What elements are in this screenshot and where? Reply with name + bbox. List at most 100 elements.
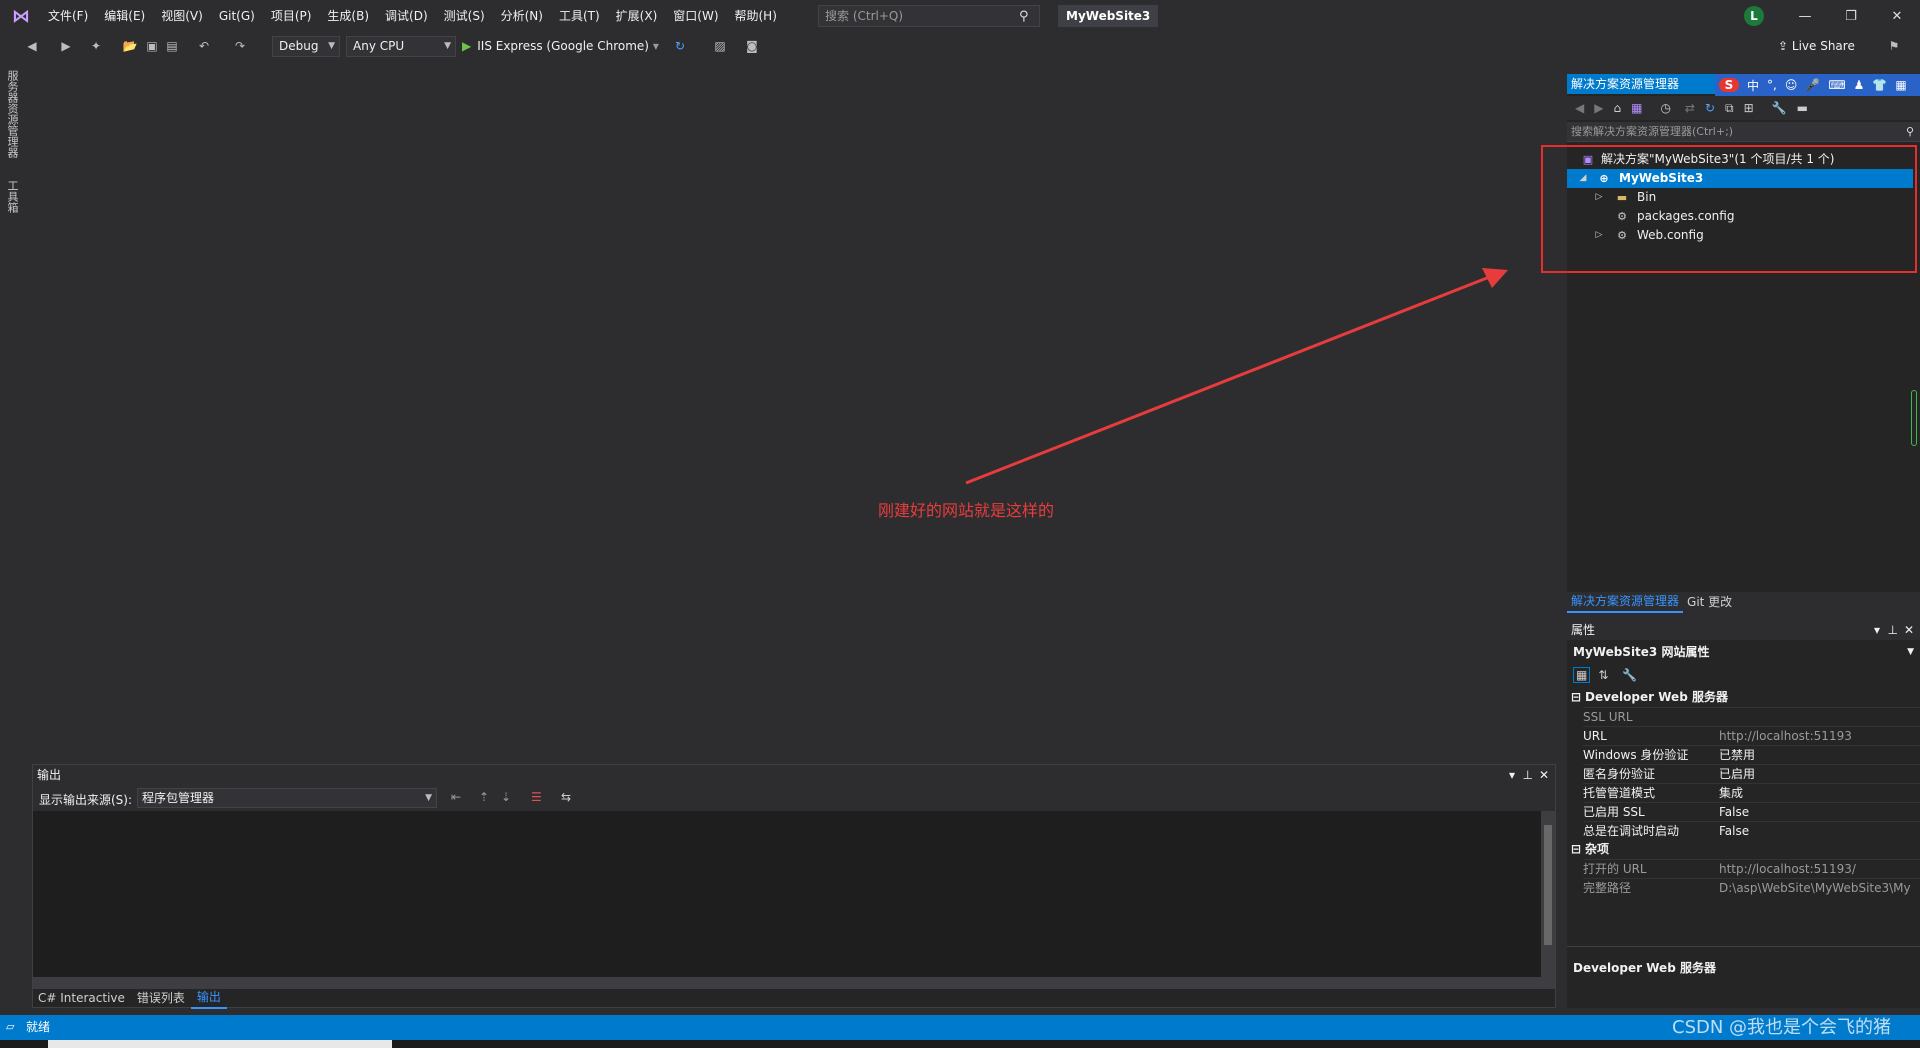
- property-row[interactable]: 匿名身份验证 已启用: [1583, 764, 1920, 784]
- dropdown-icon[interactable]: ▾: [1874, 620, 1880, 640]
- server-explorer-tab[interactable]: 服务器资源管理器: [4, 70, 20, 158]
- properties-object-select[interactable]: MyWebSite3 网站属性 ▼: [1567, 642, 1920, 662]
- menu-analyze[interactable]: 分析(N): [493, 0, 551, 33]
- menu-project[interactable]: 项目(P): [263, 0, 320, 33]
- output-horizontal-scrollbar[interactable]: [33, 977, 1555, 989]
- collapse-icon[interactable]: ⊟: [1571, 688, 1581, 707]
- show-all-files-icon[interactable]: ⊞: [1744, 101, 1754, 115]
- menu-git[interactable]: Git(G): [211, 0, 263, 33]
- punctuation-icon[interactable]: °,: [1767, 78, 1777, 92]
- grid-menu-icon[interactable]: ▦: [1895, 78, 1906, 92]
- minimize-icon[interactable]: —: [1782, 0, 1828, 33]
- forward-icon[interactable]: ▶: [1594, 101, 1603, 115]
- output-vertical-scrollbar[interactable]: [1541, 811, 1555, 977]
- tab-solution-explorer[interactable]: 解决方案资源管理器: [1567, 591, 1684, 613]
- collapse-all-icon[interactable]: ⧉: [1725, 101, 1734, 116]
- live-share-button[interactable]: ⇪ Live Share: [1778, 36, 1855, 57]
- browse-folder-icon[interactable]: ▨: [712, 38, 728, 54]
- pending-changes-icon[interactable]: ◷: [1660, 101, 1670, 115]
- menu-file[interactable]: 文件(F): [40, 0, 96, 33]
- property-pages-icon[interactable]: 🔧: [1622, 668, 1637, 682]
- menu-tools[interactable]: 工具(T): [551, 0, 608, 33]
- dropdown-icon[interactable]: ▾: [1509, 765, 1515, 785]
- microphone-icon[interactable]: 🎤: [1805, 78, 1820, 92]
- solution-explorer-search-input[interactable]: 搜索解决方案资源管理器(Ctrl+;) ⚲: [1567, 122, 1920, 142]
- refresh-icon[interactable]: ↻: [1705, 101, 1715, 115]
- property-row[interactable]: URL http://localhost:51193: [1583, 726, 1920, 746]
- alphabetical-icon[interactable]: ⇅: [1598, 668, 1608, 682]
- property-value: http://localhost:51193: [1719, 729, 1852, 743]
- output-text-area[interactable]: [33, 811, 1555, 977]
- open-file-icon[interactable]: 📂: [122, 38, 138, 54]
- menu-edit[interactable]: 编辑(E): [96, 0, 153, 33]
- screenshot-icon[interactable]: ◙: [744, 38, 760, 54]
- next-message-icon[interactable]: ⇣: [501, 790, 511, 804]
- property-row[interactable]: 已启用 SSL False: [1583, 802, 1920, 822]
- close-icon[interactable]: ✕: [1539, 765, 1549, 785]
- menu-window[interactable]: 窗口(W): [665, 0, 726, 33]
- undo-icon[interactable]: ↶: [196, 38, 212, 54]
- find-message-icon[interactable]: ⇤: [451, 790, 461, 804]
- property-row[interactable]: 托管管道模式 集成: [1583, 783, 1920, 803]
- tab-error-list[interactable]: 错误列表: [131, 988, 191, 1008]
- close-icon[interactable]: ✕: [1904, 620, 1914, 640]
- avatar[interactable]: L: [1744, 6, 1764, 26]
- scrollbar-thumb[interactable]: [1544, 825, 1552, 945]
- skin-icon[interactable]: 👕: [1872, 78, 1887, 92]
- property-category[interactable]: ⊟ 杂项: [1567, 840, 1920, 859]
- clear-all-icon[interactable]: ☰: [531, 790, 542, 804]
- scroll-indicator[interactable]: [1911, 390, 1917, 446]
- properties-wrench-icon[interactable]: 🔧: [1772, 101, 1787, 115]
- sogou-logo-icon[interactable]: S: [1719, 78, 1739, 92]
- back-icon[interactable]: ◀: [24, 38, 40, 54]
- property-row[interactable]: SSL URL: [1583, 707, 1920, 727]
- configuration-select[interactable]: Debug ▼: [272, 36, 340, 57]
- pin-icon[interactable]: ⊥: [1523, 765, 1533, 785]
- back-icon[interactable]: ◀: [1575, 101, 1584, 115]
- property-row[interactable]: 打开的 URL http://localhost:51193/: [1583, 859, 1920, 879]
- property-row[interactable]: 总是在调试时启动 False: [1583, 821, 1920, 841]
- prev-message-icon[interactable]: ⇡: [479, 790, 489, 804]
- taskbar-item[interactable]: [48, 1040, 392, 1048]
- categorized-icon[interactable]: ▦: [1573, 667, 1591, 683]
- menu-help[interactable]: 帮助(H): [727, 0, 785, 33]
- property-category[interactable]: ⊟ Developer Web 服务器: [1567, 688, 1920, 707]
- menu-view[interactable]: 视图(V): [153, 0, 211, 33]
- restore-icon[interactable]: ❐: [1828, 0, 1874, 33]
- ime-mode-icon[interactable]: 中: [1747, 77, 1759, 94]
- new-project-icon[interactable]: ✦: [88, 38, 104, 54]
- refresh-icon[interactable]: ↻: [672, 38, 688, 54]
- forward-icon[interactable]: ▶: [58, 38, 74, 54]
- save-icon[interactable]: ▣: [144, 38, 160, 54]
- menu-test[interactable]: 测试(S): [436, 0, 493, 33]
- pin-icon[interactable]: ⊥: [1888, 620, 1898, 640]
- preview-icon[interactable]: ▬: [1797, 101, 1808, 115]
- menu-build[interactable]: 生成(B): [319, 0, 377, 33]
- tab-git-changes[interactable]: Git 更改: [1683, 592, 1736, 612]
- user-icon[interactable]: ♟: [1854, 78, 1865, 92]
- menu-extensions[interactable]: 扩展(X): [608, 0, 666, 33]
- toolbox-tab[interactable]: 工具箱: [4, 180, 20, 213]
- property-row[interactable]: 完整路径 D:\asp\WebSite\MyWebSite3\My: [1583, 878, 1920, 898]
- home-icon[interactable]: ⌂: [1613, 101, 1621, 115]
- menu-debug[interactable]: 调试(D): [377, 0, 436, 33]
- sync-icon[interactable]: ⇄: [1685, 101, 1695, 115]
- status-bar: ▱ 就绪 CSDN @我也是个会飞的猪: [0, 1015, 1920, 1040]
- tab-output[interactable]: 输出: [190, 987, 227, 1009]
- platform-select[interactable]: Any CPU ▼: [346, 36, 456, 57]
- save-all-icon[interactable]: ▤: [164, 38, 180, 54]
- property-row[interactable]: Windows 身份验证 已禁用: [1583, 745, 1920, 765]
- output-source-select[interactable]: 程序包管理器 ▼: [137, 788, 437, 808]
- global-search-input[interactable]: 搜索 (Ctrl+Q) ⚲: [818, 5, 1040, 27]
- feedback-icon[interactable]: ⚑: [1886, 38, 1902, 54]
- close-icon[interactable]: ✕: [1874, 0, 1920, 33]
- switch-view-icon[interactable]: ▦: [1631, 101, 1642, 115]
- run-button[interactable]: ▶ IIS Express (Google Chrome) ▾: [462, 36, 659, 57]
- emoji-icon[interactable]: ☺: [1785, 78, 1798, 92]
- redo-icon[interactable]: ↷: [232, 38, 248, 54]
- property-name: 总是在调试时启动: [1583, 824, 1680, 838]
- keyboard-icon[interactable]: ⌨: [1828, 78, 1845, 92]
- word-wrap-icon[interactable]: ⇆: [561, 790, 571, 804]
- tab-csharp-interactive[interactable]: C# Interactive: [32, 988, 131, 1008]
- collapse-icon[interactable]: ⊟: [1571, 840, 1581, 859]
